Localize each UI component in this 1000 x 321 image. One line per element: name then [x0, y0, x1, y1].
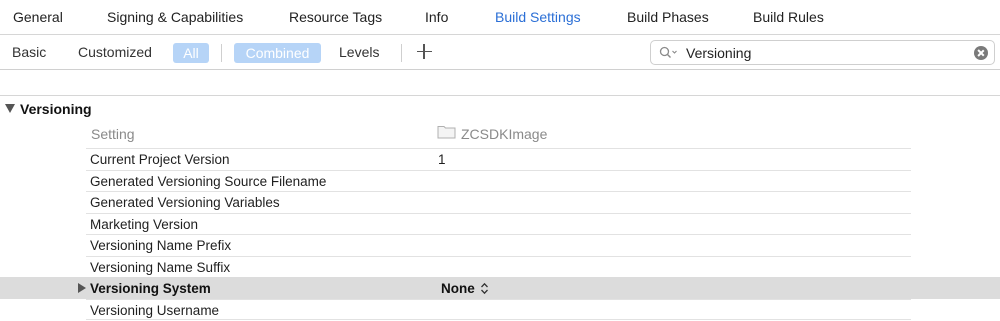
- folder-icon: [437, 126, 456, 139]
- setting-label: Versioning System: [90, 281, 211, 296]
- tab-resource-tags[interactable]: Resource Tags: [289, 9, 382, 25]
- setting-row-generated-versioning-variables[interactable]: Generated Versioning Variables: [86, 191, 911, 213]
- tab-bar: General Signing & Capabilities Resource …: [0, 0, 1000, 35]
- search-input[interactable]: [686, 44, 966, 62]
- setting-label: Current Project Version: [90, 152, 230, 167]
- setting-label: Marketing Version: [90, 216, 199, 232]
- setting-label: Versioning Name Suffix: [90, 259, 231, 275]
- search-field[interactable]: [650, 40, 995, 65]
- column-header: Setting ZCSDKImage: [0, 122, 1000, 146]
- tab-general[interactable]: General: [13, 9, 63, 25]
- disclosure-triangle-closed-icon[interactable]: [78, 283, 86, 293]
- view-levels-button[interactable]: Levels: [339, 44, 379, 60]
- setting-row-versioning-name-prefix[interactable]: Versioning Name Prefix: [86, 234, 911, 256]
- filter-divider: [221, 44, 222, 62]
- tab-build-rules[interactable]: Build Rules: [753, 9, 824, 25]
- tab-build-phases[interactable]: Build Phases: [627, 9, 709, 25]
- setting-row-versioning-username[interactable]: Versioning Username: [86, 298, 911, 321]
- popup-stepper-icon[interactable]: [480, 282, 489, 295]
- disclosure-triangle-open-icon[interactable]: [5, 104, 15, 113]
- setting-row-versioning-system[interactable]: Versioning System None: [0, 277, 1000, 299]
- view-combined-button[interactable]: Combined: [234, 43, 321, 63]
- setting-value-popup[interactable]: None: [441, 281, 475, 296]
- setting-row-marketing-version[interactable]: Marketing Version: [86, 212, 911, 235]
- column-setting-label: Setting: [91, 126, 135, 142]
- clear-icon[interactable]: [974, 46, 988, 60]
- setting-label: Generated Versioning Source Filename: [90, 173, 327, 189]
- section-title: Versioning: [20, 101, 92, 117]
- tab-signing-capabilities[interactable]: Signing & Capabilities: [107, 9, 243, 25]
- tab-info[interactable]: Info: [425, 9, 448, 25]
- filter-divider: [401, 44, 402, 62]
- setting-value[interactable]: 1: [438, 152, 446, 167]
- filter-all-button[interactable]: All: [173, 43, 209, 63]
- column-target-label: ZCSDKImage: [461, 126, 548, 142]
- divider: [0, 95, 1000, 96]
- setting-row-current-project-version[interactable]: Current Project Version 1: [86, 148, 911, 170]
- tab-build-settings[interactable]: Build Settings: [495, 9, 581, 25]
- filter-bar: Basic Customized All Combined Levels: [0, 35, 1000, 70]
- search-icon[interactable]: [659, 46, 679, 60]
- setting-row-versioning-name-suffix[interactable]: Versioning Name Suffix: [86, 255, 911, 278]
- filter-customized-button[interactable]: Customized: [78, 44, 152, 60]
- setting-row-generated-versioning-source-filename[interactable]: Generated Versioning Source Filename: [86, 169, 911, 192]
- setting-label: Generated Versioning Variables: [90, 195, 280, 210]
- plus-icon[interactable]: [415, 42, 433, 60]
- setting-label: Versioning Name Prefix: [90, 238, 232, 253]
- setting-label: Versioning Username: [90, 302, 220, 318]
- filter-basic-button[interactable]: Basic: [12, 44, 46, 60]
- divider: [86, 319, 911, 320]
